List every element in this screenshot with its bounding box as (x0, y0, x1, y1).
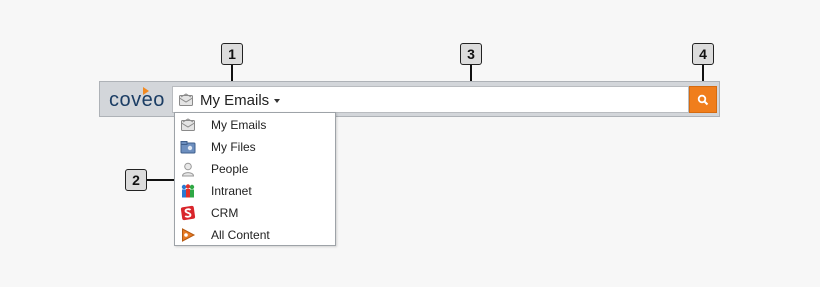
envelope-icon (178, 92, 194, 108)
menu-item-label: CRM (211, 206, 239, 220)
scope-selector[interactable]: My Emails (178, 90, 281, 110)
callout-2: 2 (125, 169, 147, 191)
intranet-icon (180, 183, 196, 199)
callout-4: 4 (692, 43, 714, 65)
menu-item-label: All Content (211, 228, 270, 242)
envelope-icon (180, 117, 196, 133)
coveo-logo: coveo (109, 89, 165, 111)
callout-2-leader (147, 179, 177, 181)
menu-item-my-files[interactable]: My Files (175, 136, 335, 158)
menu-item-intranet[interactable]: Intranet (175, 180, 335, 202)
menu-item-label: Intranet (211, 184, 252, 198)
scope-label: My Emails (200, 91, 270, 109)
crm-icon (180, 205, 196, 221)
chevron-down-icon (274, 99, 281, 103)
search-button[interactable] (689, 86, 717, 113)
all-content-icon (180, 227, 196, 243)
folder-icon (180, 139, 196, 155)
callout-1: 1 (221, 43, 243, 65)
menu-item-my-emails[interactable]: My Emails (175, 114, 335, 136)
menu-item-crm[interactable]: CRM (175, 202, 335, 224)
callout-3: 3 (460, 43, 482, 65)
logo-triangle-icon (143, 87, 149, 95)
person-icon (180, 161, 196, 177)
menu-item-all-content[interactable]: All Content (175, 224, 335, 246)
search-icon (697, 94, 709, 106)
scope-dropdown: My Emails My Files People Intranet CRM A… (174, 112, 336, 246)
menu-item-label: My Files (211, 140, 256, 154)
menu-item-people[interactable]: People (175, 158, 335, 180)
menu-item-label: People (211, 162, 249, 176)
menu-item-label: My Emails (211, 118, 267, 132)
